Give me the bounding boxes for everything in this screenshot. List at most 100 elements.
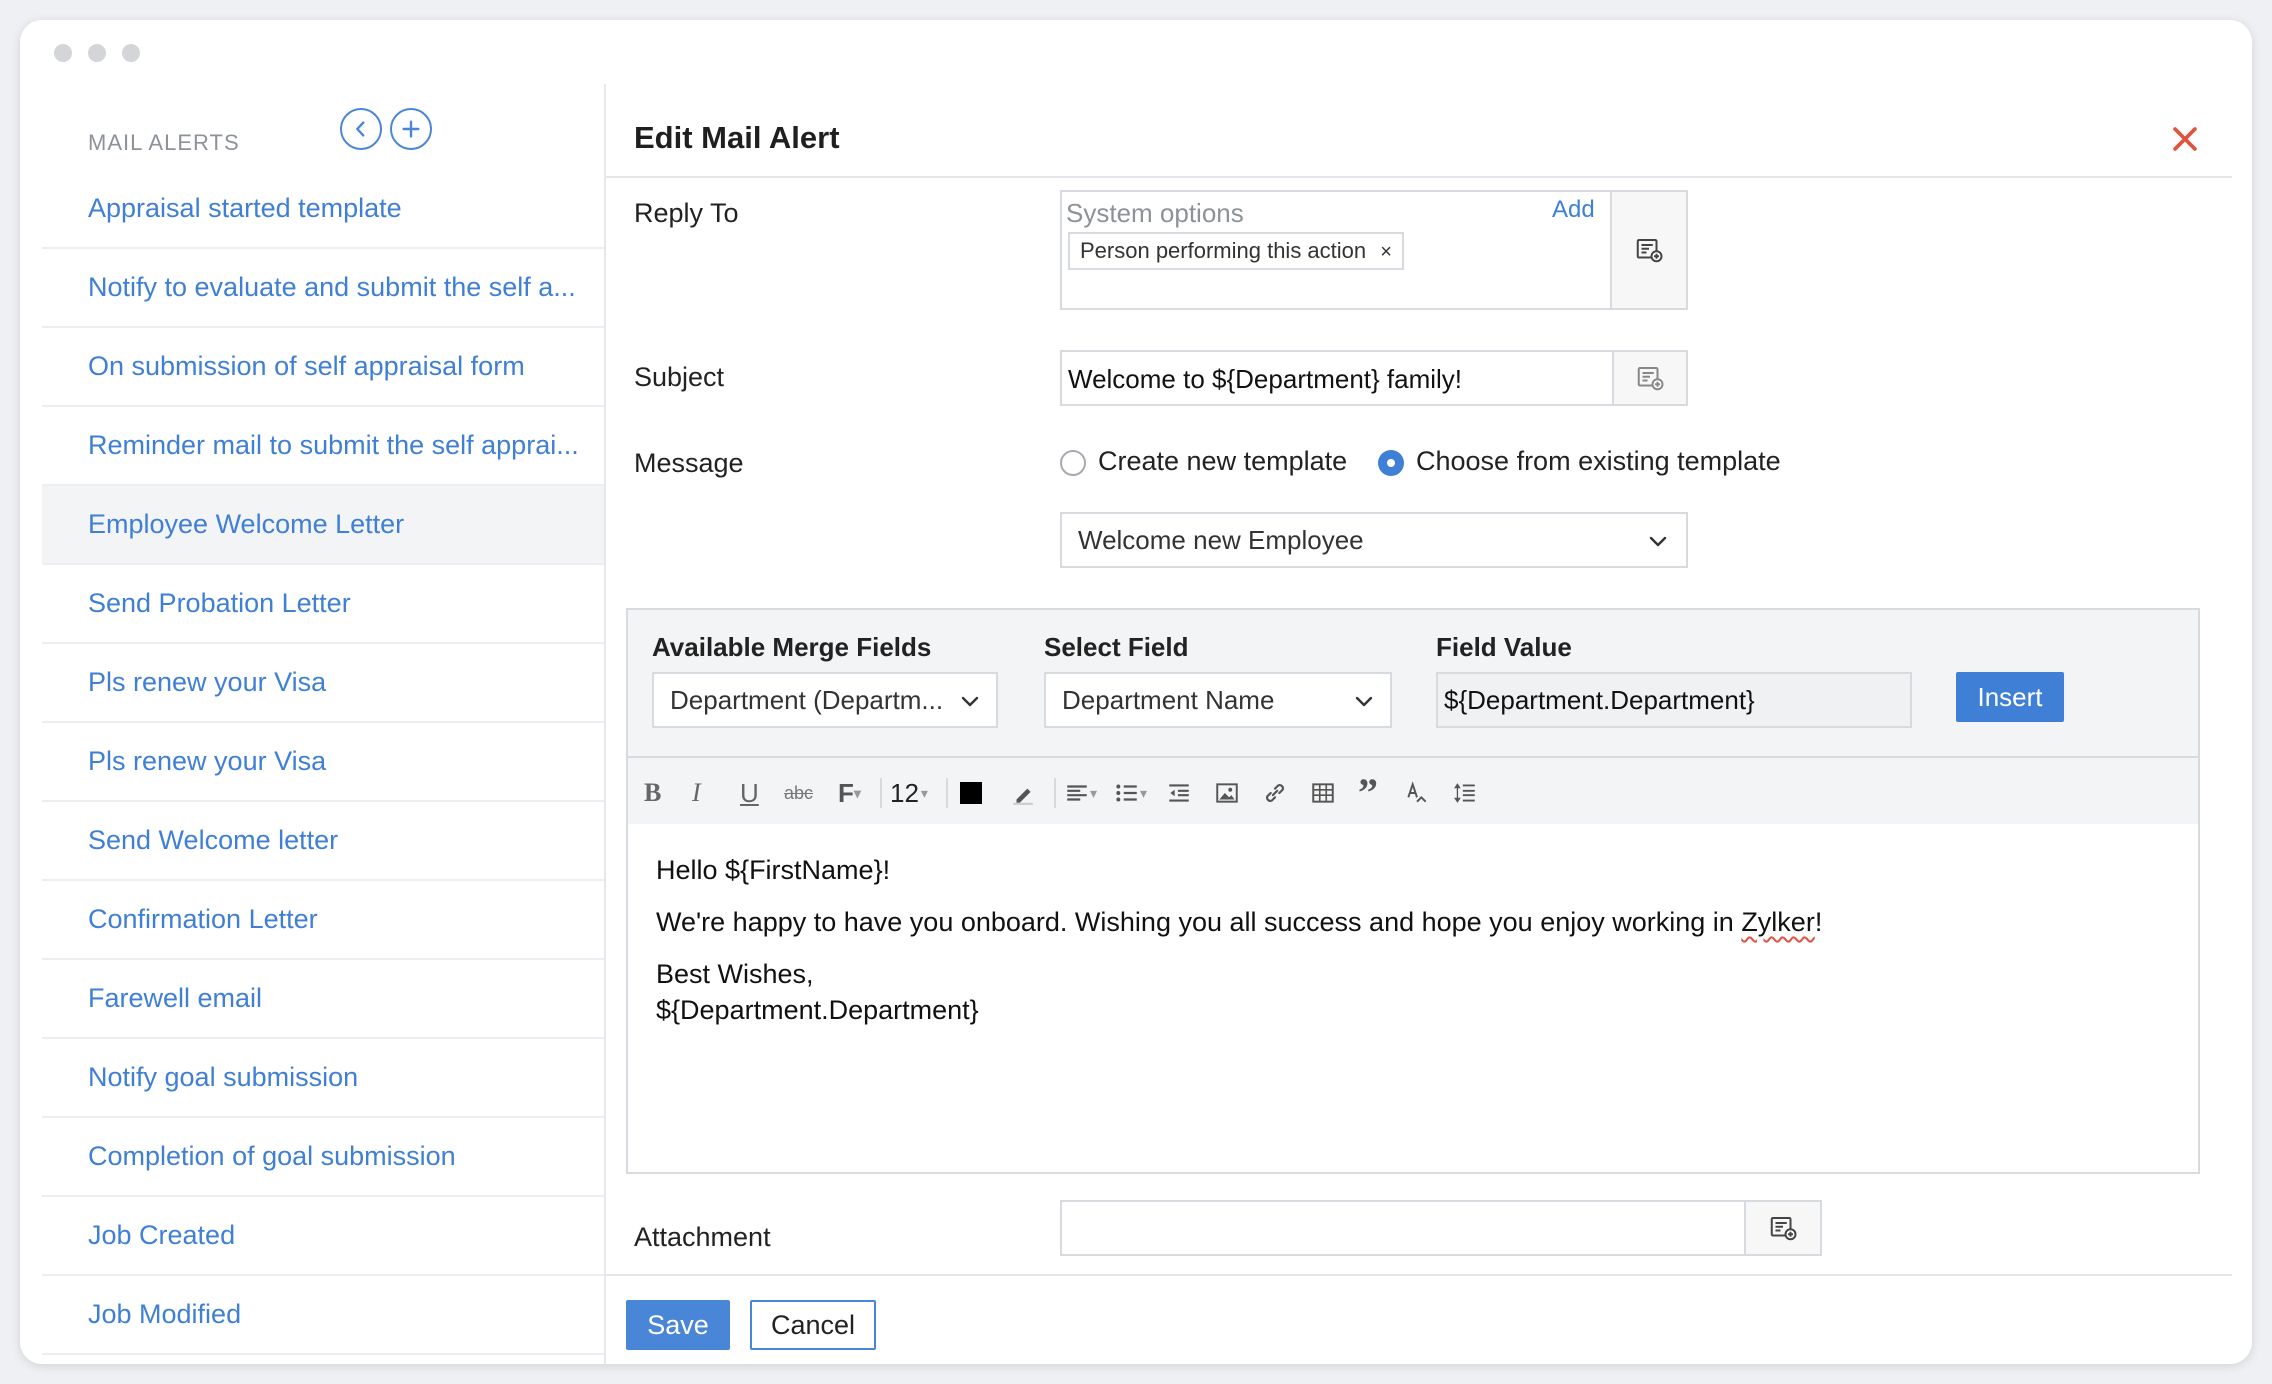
template-select[interactable]: Welcome new Employee — [1060, 512, 1688, 568]
underline-icon[interactable]: U — [740, 778, 759, 808]
available-merge-fields-value: Department (Departm... — [670, 684, 944, 715]
insert-field-icon — [1637, 367, 1664, 391]
message-label: Message — [634, 448, 744, 478]
cancel-button[interactable]: Cancel — [750, 1300, 876, 1350]
bold-icon[interactable]: B — [644, 778, 661, 808]
chevron-left-icon — [356, 121, 365, 137]
mail-alert-item[interactable]: Job Modified — [42, 1276, 604, 1355]
line-height-icon[interactable] — [1452, 778, 1478, 808]
link-icon[interactable] — [1262, 778, 1288, 808]
divider — [606, 176, 2232, 178]
toolbar-separator — [1054, 778, 1056, 808]
indent-icon[interactable] — [1166, 778, 1192, 808]
choose-existing-template-label[interactable]: Choose from existing template — [1416, 446, 1781, 477]
insert-button[interactable]: Insert — [1956, 672, 2064, 722]
sidebar-header: MAIL ALERTS — [42, 84, 604, 170]
editor-text: ! — [1814, 907, 1823, 937]
save-button[interactable]: Save — [626, 1300, 730, 1350]
toolbar-separator — [946, 778, 948, 808]
insert-field-icon — [1770, 1217, 1797, 1241]
editor-line: ${Department.Department} — [656, 995, 979, 1025]
editor-line: Best Wishes, — [656, 959, 814, 989]
select-field-select[interactable]: Department Name — [1044, 672, 1392, 728]
editor-line: We're happy to have you onboard. Wishing… — [656, 904, 2170, 940]
close-icon[interactable] — [2168, 122, 2202, 156]
reply-to-picker-button[interactable] — [1610, 192, 1686, 308]
create-new-template-label[interactable]: Create new template — [1098, 446, 1347, 477]
sidebar: MAIL ALERTS Appraisal started template N… — [42, 84, 606, 1364]
field-value-label: Field Value — [1436, 632, 1572, 662]
clear-format-icon[interactable] — [1404, 778, 1430, 808]
italic-icon[interactable]: I — [692, 778, 701, 808]
mail-alert-item[interactable]: Pls renew your Visa — [42, 723, 604, 802]
mail-alert-list: Appraisal started template Notify to eva… — [42, 170, 604, 1355]
bullet-list-icon[interactable]: ▾ — [1114, 778, 1147, 808]
image-icon[interactable] — [1214, 778, 1240, 808]
mail-alert-item[interactable]: Confirmation Letter — [42, 881, 604, 960]
highlight-icon[interactable] — [1010, 778, 1036, 808]
add-mail-alert-button[interactable] — [390, 108, 432, 150]
mail-alert-item[interactable]: Farewell email — [42, 960, 604, 1039]
subject-picker-button[interactable] — [1612, 352, 1686, 404]
editor-toolbar: B I U abc F ▾ 12 ▾ ▾ ▾ ” — [628, 756, 2198, 826]
blockquote-icon[interactable]: ” — [1358, 773, 1378, 813]
choose-existing-template-radio[interactable] — [1378, 450, 1404, 476]
sidebar-title: MAIL ALERTS — [88, 130, 240, 155]
font-size-value: 12 — [890, 777, 919, 808]
edit-mail-alert-panel: Edit Mail Alert Reply To System options … — [606, 84, 2252, 1364]
align-icon[interactable]: ▾ — [1064, 778, 1097, 808]
attachment-label: Attachment — [634, 1222, 771, 1252]
window-dot[interactable] — [54, 44, 72, 62]
mail-alert-item[interactable]: Reminder mail to submit the self apprai.… — [42, 407, 604, 486]
table-icon[interactable] — [1310, 778, 1336, 808]
divider — [606, 1274, 2232, 1276]
mail-alert-item[interactable]: On submission of self appraisal form — [42, 328, 604, 407]
subject-input[interactable]: Welcome to ${Department} family! — [1060, 350, 1688, 406]
reply-to-add-link[interactable]: Add — [1552, 196, 1595, 224]
font-family-icon[interactable]: F ▾ — [838, 778, 861, 808]
available-merge-fields-label: Available Merge Fields — [652, 632, 932, 662]
reply-to-placeholder: System options — [1066, 198, 1244, 228]
field-value-text: ${Department.Department} — [1444, 684, 1755, 715]
plus-icon — [402, 120, 420, 138]
window-dot[interactable] — [88, 44, 106, 62]
mail-alert-item[interactable]: Notify goal submission — [42, 1039, 604, 1118]
mail-alert-item-active[interactable]: Employee Welcome Letter — [42, 486, 604, 565]
mail-alert-item[interactable]: Completion of goal submission — [42, 1118, 604, 1197]
message-body-editor[interactable]: Hello ${FirstName}! We're happy to have … — [628, 824, 2198, 1172]
available-merge-fields-select[interactable]: Department (Departm... — [652, 672, 998, 728]
chevron-down-icon — [1355, 696, 1373, 707]
field-value-input[interactable]: ${Department.Department} — [1436, 672, 1912, 728]
mail-alert-item[interactable]: Send Probation Letter — [42, 565, 604, 644]
subject-value: Welcome to ${Department} family! — [1068, 364, 1463, 394]
mail-alert-item[interactable]: Pls renew your Visa — [42, 644, 604, 723]
mail-alert-item[interactable]: Send Welcome letter — [42, 802, 604, 881]
text-color-icon[interactable] — [960, 778, 982, 808]
attachment-picker-button[interactable] — [1744, 1202, 1820, 1254]
window-dot[interactable] — [122, 44, 140, 62]
subject-label: Subject — [634, 362, 725, 392]
template-select-value: Welcome new Employee — [1078, 524, 1364, 555]
chevron-down-icon — [961, 696, 979, 707]
strikethrough-icon[interactable]: abc — [784, 778, 813, 808]
message-editor-area: Available Merge Fields Department (Depar… — [626, 608, 2200, 1174]
mail-alert-item[interactable]: Appraisal started template — [42, 170, 604, 249]
chevron-down-icon — [1649, 536, 1667, 547]
select-field-label: Select Field — [1044, 632, 1189, 662]
font-size-select[interactable]: 12 ▾ — [890, 778, 928, 808]
attachment-input[interactable] — [1060, 1200, 1822, 1256]
create-new-template-radio[interactable] — [1060, 450, 1086, 476]
reply-to-field[interactable]: System options Add Person performing thi… — [1060, 190, 1688, 310]
panel-title: Edit Mail Alert — [634, 120, 840, 155]
mail-alert-item[interactable]: Job Created — [42, 1197, 604, 1276]
insert-field-icon — [1636, 239, 1663, 263]
collapse-sidebar-button[interactable] — [340, 108, 382, 150]
app-window: MAIL ALERTS Appraisal started template N… — [20, 20, 2252, 1364]
reply-to-label: Reply To — [634, 198, 739, 228]
toolbar-separator — [880, 778, 882, 808]
remove-chip-icon[interactable]: × — [1380, 241, 1392, 263]
mail-alert-item[interactable]: Notify to evaluate and submit the self a… — [42, 249, 604, 328]
editor-line: Hello ${FirstName}! — [656, 855, 891, 885]
window-controls — [54, 44, 140, 62]
select-field-value: Department Name — [1062, 684, 1275, 715]
